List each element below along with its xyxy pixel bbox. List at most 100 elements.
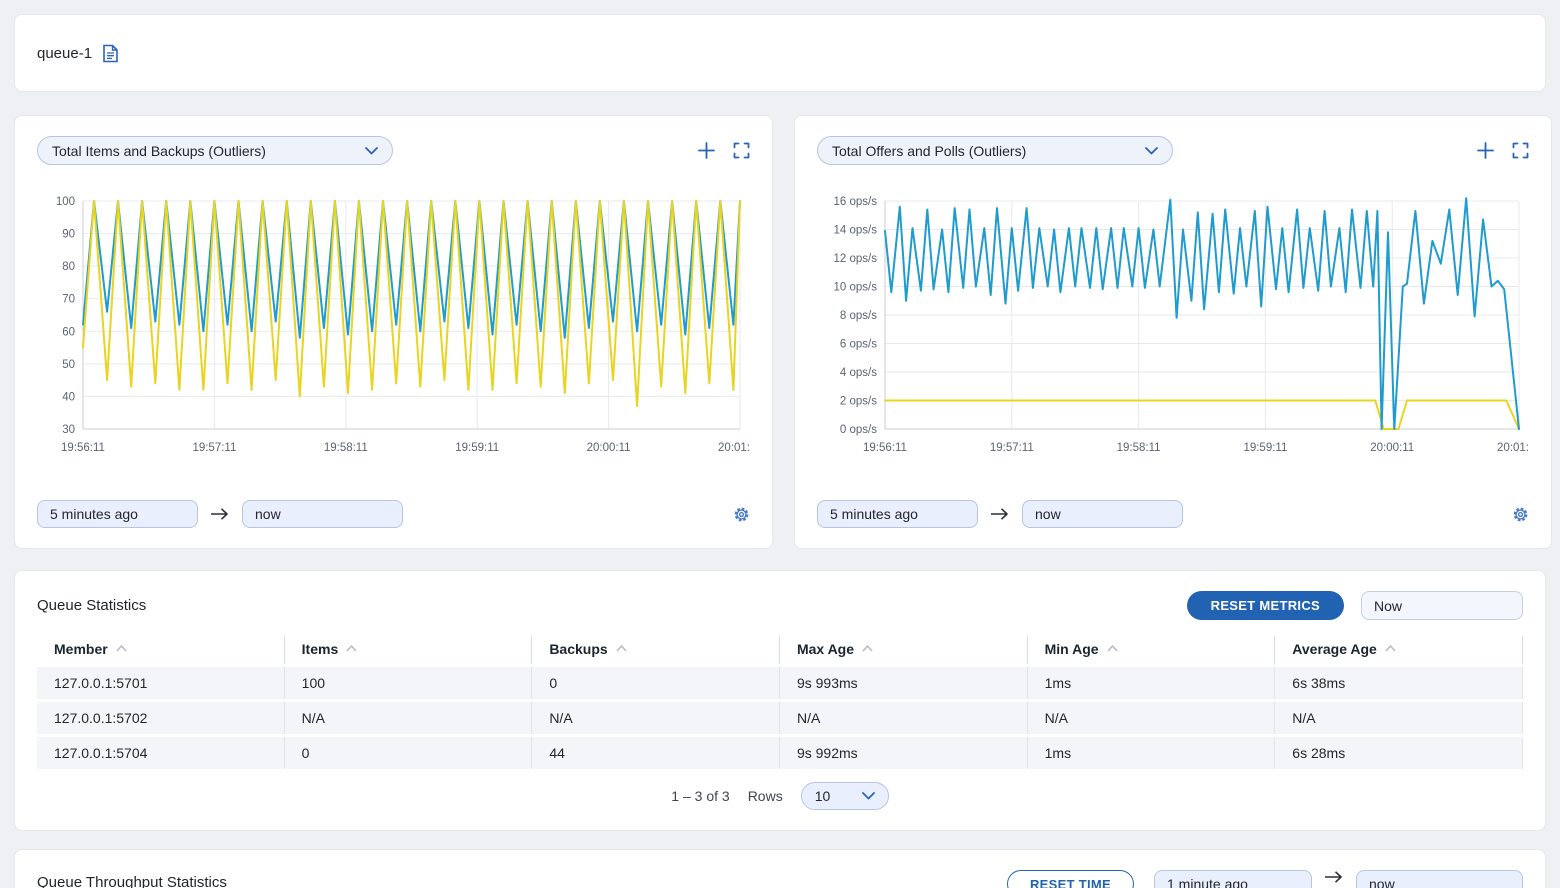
chevron-down-icon bbox=[862, 792, 875, 800]
metric-select-value: Total Items and Backups (Outliers) bbox=[52, 143, 266, 159]
svg-text:16 ops/s: 16 ops/s bbox=[834, 196, 878, 208]
column-header[interactable]: Min Age bbox=[1028, 636, 1276, 664]
table-cell: 44 bbox=[532, 737, 780, 769]
svg-text:19:59:11: 19:59:11 bbox=[1243, 442, 1287, 454]
column-header-label: Backups bbox=[549, 641, 607, 657]
svg-text:20:00:11: 20:00:11 bbox=[1370, 442, 1414, 454]
time-to-input[interactable]: now bbox=[242, 500, 403, 528]
line-chart-offers-polls: 0 ops/s2 ops/s4 ops/s6 ops/s8 ops/s10 op… bbox=[817, 191, 1529, 463]
chart-card-offers-polls: Total Offers and Polls (Outliers) 0 ops/… bbox=[794, 115, 1552, 549]
column-header-label: Max Age bbox=[797, 641, 854, 657]
arrow-right-icon bbox=[210, 507, 230, 521]
svg-text:20:01:11: 20:01:11 bbox=[1497, 442, 1529, 454]
svg-text:30: 30 bbox=[62, 424, 75, 436]
chart-card-items-backups: Total Items and Backups (Outliers) 30 40 5… bbox=[14, 115, 773, 549]
stats-table-header-row: Member Items Backups Max Age Min Age Average … bbox=[37, 636, 1523, 664]
metric-select[interactable]: Total Items and Backups (Outliers) bbox=[37, 136, 393, 165]
table-cell: 127.0.0.1:5704 bbox=[37, 737, 285, 769]
rows-per-page-select[interactable]: 10 bbox=[801, 782, 889, 810]
sort-caret-icon[interactable] bbox=[346, 645, 357, 652]
sort-caret-icon[interactable] bbox=[1385, 645, 1396, 652]
queue-statistics-card: Queue Statistics RESET METRICS Now Membe… bbox=[14, 570, 1546, 831]
add-chart-icon[interactable] bbox=[1477, 142, 1494, 159]
metric-select-value: Total Offers and Polls (Outliers) bbox=[832, 143, 1026, 159]
svg-text:19:57:11: 19:57:11 bbox=[990, 442, 1034, 454]
stats-time-input[interactable]: Now bbox=[1361, 591, 1523, 620]
sort-caret-icon[interactable] bbox=[616, 645, 627, 652]
table-row: 127.0.0.1:5702N/AN/AN/AN/AN/A bbox=[37, 702, 1523, 734]
rows-per-page-label: Rows bbox=[748, 788, 783, 804]
column-header-label: Items bbox=[302, 641, 339, 657]
column-header[interactable]: Average Age bbox=[1275, 636, 1523, 664]
time-from-value: 5 minutes ago bbox=[50, 506, 138, 522]
table-cell: 6s 38ms bbox=[1275, 667, 1523, 699]
reset-metrics-button[interactable]: RESET METRICS bbox=[1187, 591, 1344, 620]
svg-text:19:57:11: 19:57:11 bbox=[192, 442, 236, 454]
sort-caret-icon[interactable] bbox=[862, 645, 873, 652]
svg-text:19:59:11: 19:59:11 bbox=[455, 442, 499, 454]
table-cell: N/A bbox=[1028, 702, 1276, 734]
table-cell: 127.0.0.1:5701 bbox=[37, 667, 285, 699]
table-cell: N/A bbox=[532, 702, 780, 734]
stats-header: Queue Statistics RESET METRICS Now bbox=[37, 591, 1523, 620]
document-icon[interactable] bbox=[102, 44, 119, 63]
add-chart-icon[interactable] bbox=[698, 142, 715, 159]
column-header[interactable]: Member bbox=[37, 636, 285, 664]
time-from-input[interactable]: 5 minutes ago bbox=[37, 500, 198, 528]
svg-text:4 ops/s: 4 ops/s bbox=[840, 367, 877, 379]
time-to-value: now bbox=[1035, 506, 1061, 522]
svg-text:19:58:11: 19:58:11 bbox=[1117, 442, 1161, 454]
column-header[interactable]: Backups bbox=[532, 636, 780, 664]
charts-row: Total Items and Backups (Outliers) 30 40 5… bbox=[14, 115, 1546, 549]
fullscreen-icon[interactable] bbox=[733, 142, 750, 159]
svg-text:19:58:11: 19:58:11 bbox=[324, 442, 368, 454]
svg-text:50: 50 bbox=[62, 359, 75, 371]
svg-text:40: 40 bbox=[62, 391, 75, 403]
svg-text:90: 90 bbox=[62, 229, 75, 241]
time-to-value: now bbox=[255, 506, 281, 522]
table-cell: 1ms bbox=[1028, 737, 1276, 769]
table-cell: 9s 992ms bbox=[780, 737, 1028, 769]
table-cell: N/A bbox=[285, 702, 533, 734]
queue-statistics-table: Member Items Backups Max Age Min Age Average … bbox=[37, 633, 1523, 772]
table-cell: 6s 28ms bbox=[1275, 737, 1523, 769]
svg-text:20:00:11: 20:00:11 bbox=[587, 442, 631, 454]
svg-text:100: 100 bbox=[56, 196, 75, 208]
table-cell: 1ms bbox=[1028, 667, 1276, 699]
throughput-header: Queue Throughput Statistics RESET TIME 1… bbox=[37, 870, 1523, 888]
chart-header: Total Offers and Polls (Outliers) bbox=[817, 136, 1529, 165]
time-from-value: 5 minutes ago bbox=[830, 506, 918, 522]
gear-icon[interactable] bbox=[733, 506, 750, 523]
title-bar: queue-1 bbox=[14, 14, 1546, 92]
table-cell: 100 bbox=[285, 667, 533, 699]
svg-text:2 ops/s: 2 ops/s bbox=[840, 396, 877, 408]
svg-text:8 ops/s: 8 ops/s bbox=[840, 310, 877, 322]
fullscreen-icon[interactable] bbox=[1512, 142, 1529, 159]
column-header-label: Average Age bbox=[1292, 641, 1377, 657]
time-from-input[interactable]: 5 minutes ago bbox=[817, 500, 978, 528]
time-to-value: now bbox=[1369, 876, 1395, 888]
time-from-input[interactable]: 1 minute ago bbox=[1154, 870, 1312, 888]
svg-text:70: 70 bbox=[62, 294, 75, 306]
sort-caret-icon[interactable] bbox=[116, 645, 127, 652]
arrow-right-icon bbox=[1324, 870, 1344, 884]
svg-text:10 ops/s: 10 ops/s bbox=[834, 282, 878, 294]
table-cell: 0 bbox=[532, 667, 780, 699]
chevron-down-icon bbox=[365, 147, 378, 155]
svg-text:60: 60 bbox=[62, 326, 75, 338]
section-title: Queue Statistics bbox=[37, 597, 146, 614]
time-to-input[interactable]: now bbox=[1356, 870, 1523, 888]
column-header[interactable]: Items bbox=[285, 636, 533, 664]
sort-caret-icon[interactable] bbox=[1107, 645, 1118, 652]
metric-select[interactable]: Total Offers and Polls (Outliers) bbox=[817, 136, 1173, 165]
time-to-input[interactable]: now bbox=[1022, 500, 1183, 528]
time-from-value: 1 minute ago bbox=[1167, 876, 1248, 888]
gear-icon[interactable] bbox=[1512, 506, 1529, 523]
column-header-label: Member bbox=[54, 641, 108, 657]
column-header[interactable]: Max Age bbox=[780, 636, 1028, 664]
svg-text:20:01:11: 20:01:11 bbox=[718, 442, 750, 454]
svg-text:6 ops/s: 6 ops/s bbox=[840, 339, 877, 351]
reset-time-button[interactable]: RESET TIME bbox=[1007, 870, 1134, 888]
table-row: 127.0.0.1:570110009s 993ms1ms6s 38ms bbox=[37, 667, 1523, 699]
table-row: 127.0.0.1:57040449s 992ms1ms6s 28ms bbox=[37, 737, 1523, 769]
